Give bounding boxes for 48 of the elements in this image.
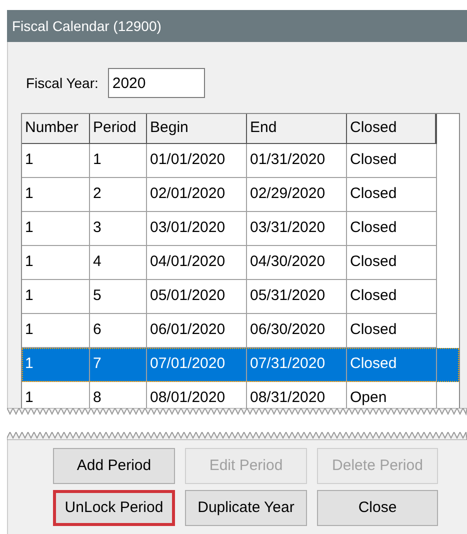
column-header[interactable]: End xyxy=(247,114,347,144)
dialog-button[interactable]: Duplicate Year xyxy=(185,490,307,526)
table-cell: 3 xyxy=(90,212,147,246)
table-row[interactable]: 1 7 07/01/2020 07/31/2020 Closed xyxy=(22,348,459,382)
table-cell: Closed xyxy=(347,348,437,382)
table-cell: 1 xyxy=(22,280,90,314)
table-cell: 1 xyxy=(22,178,90,212)
table-cell: 1 xyxy=(22,348,90,382)
table-cell: 02/01/2020 xyxy=(147,178,247,212)
table-row[interactable]: 1 1 01/01/2020 01/31/2020 Closed xyxy=(22,144,459,178)
table-row[interactable]: 1 2 02/01/2020 02/29/2020 Closed xyxy=(22,178,459,212)
table-cell: 05/01/2020 xyxy=(147,280,247,314)
table-cell: 04/30/2020 xyxy=(247,246,347,280)
table-cell: Closed xyxy=(347,178,437,212)
table-cell: 1 xyxy=(90,144,147,178)
fiscal-year-field[interactable]: 2020 xyxy=(108,68,206,98)
table-cell: 04/01/2020 xyxy=(147,246,247,280)
dialog-button[interactable]: UnLock Period xyxy=(53,490,175,526)
table-cell: Closed xyxy=(347,280,437,314)
table-cell: Closed xyxy=(347,144,437,178)
table-row[interactable]: 1 5 05/01/2020 05/31/2020 Closed xyxy=(22,280,459,314)
table-cell: 01/31/2020 xyxy=(247,144,347,178)
column-header[interactable]: Closed xyxy=(347,114,437,144)
table-cell: 07/31/2020 xyxy=(247,348,347,382)
table-cell: 4 xyxy=(90,246,147,280)
table-cell: 01/01/2020 xyxy=(147,144,247,178)
table-cell: 05/31/2020 xyxy=(247,280,347,314)
table-cell: Closed xyxy=(347,246,437,280)
table-cell: 1 xyxy=(22,246,90,280)
table-cell: 03/31/2020 xyxy=(247,212,347,246)
table-cell: 07/01/2020 xyxy=(147,348,247,382)
table-row[interactable]: 1 3 03/01/2020 03/31/2020 Closed xyxy=(22,212,459,246)
table-cell: 1 xyxy=(22,144,90,178)
table-cell: 2 xyxy=(90,178,147,212)
table-cell: 02/29/2020 xyxy=(247,178,347,212)
column-header[interactable]: Period xyxy=(90,114,147,144)
table-cell: 03/01/2020 xyxy=(147,212,247,246)
column-header[interactable]: Number xyxy=(22,114,90,144)
table-cell: 1 xyxy=(22,212,90,246)
dialog-button[interactable]: Close xyxy=(317,490,438,526)
field-label: Fiscal Year: xyxy=(26,74,98,92)
column-header[interactable]: Begin xyxy=(147,114,247,144)
window-title: Fiscal Calendar (12900) xyxy=(12,16,162,36)
dialog-button[interactable]: Add Period xyxy=(53,448,175,484)
table-row[interactable]: 1 4 04/01/2020 04/30/2020 Closed xyxy=(22,246,459,280)
table-cell: 7 xyxy=(90,348,147,382)
table-cell: 5 xyxy=(90,280,147,314)
table-cell: Closed xyxy=(347,212,437,246)
